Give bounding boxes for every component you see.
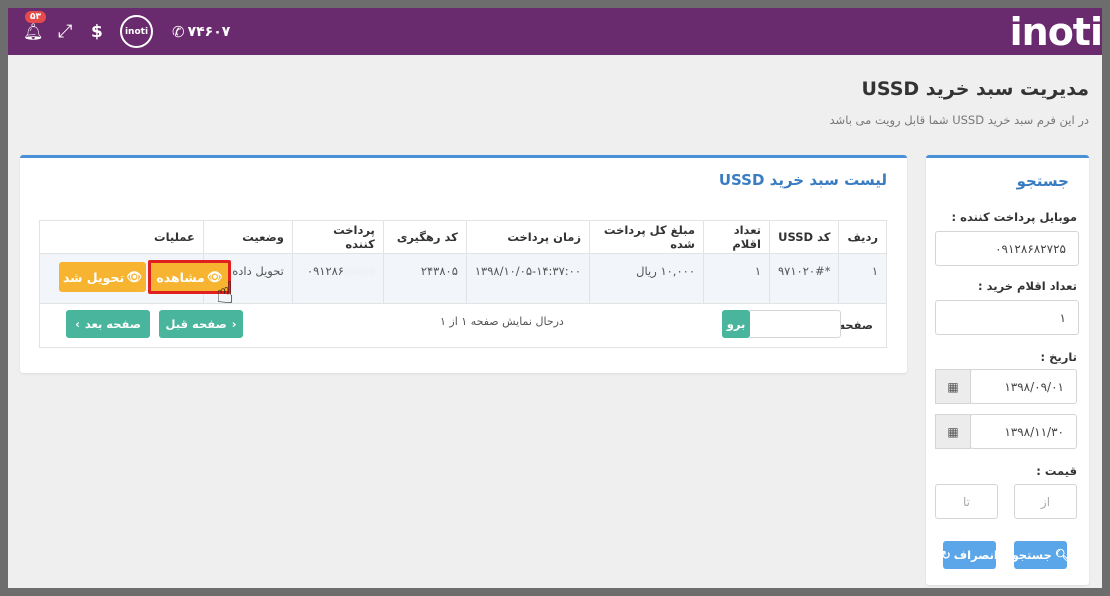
- col-tracking: کد رهگیری: [382, 220, 467, 254]
- items-count-label: تعداد اقلام خرید :: [978, 279, 1077, 293]
- cell-count: ۱: [703, 253, 770, 304]
- cancel-button-label: انصراف: [953, 548, 998, 562]
- col-ussd: کد USSD: [768, 220, 840, 254]
- list-panel: لیست سبد خرید USSD ردیف کد USSD تعداد اق…: [20, 155, 907, 373]
- page-number-input[interactable]: [748, 310, 841, 338]
- table-header-row: ردیف کد USSD تعداد اقلام مبلغ کل پرداخت …: [39, 220, 887, 254]
- payer-number: ۰۹۱۲۸۶: [306, 264, 344, 278]
- date-from-input[interactable]: ۱۳۹۸/۰۹/۰۱: [970, 369, 1077, 404]
- prev-page-button[interactable]: ‹ صفحه قبل: [159, 310, 243, 338]
- notification-badge: ۵۳: [25, 11, 46, 23]
- cell-row: ۱: [838, 253, 887, 304]
- app-frame: inoti ✆ ۷۴۶۰۷ inoti $ ⤢ 🔔︎ ۵۳ مدیریت سبد…: [8, 8, 1102, 588]
- blurred-digits: ۰۰۰۰۰: [343, 264, 375, 278]
- eye-icon: 👁︎: [126, 269, 143, 284]
- cell-amount: ۱۰,۰۰۰ ریال: [589, 253, 704, 304]
- pager: صفحه : برو درحال نمایش صفحه ۱ از ۱ ‹ صفح…: [39, 303, 887, 348]
- phone-number: ۷۴۶۰۷: [187, 23, 231, 40]
- pager-info: درحال نمایش صفحه ۱ از ۱: [440, 315, 564, 328]
- mobile-input[interactable]: ۰۹۱۲۸۶۸۲۷۲۵: [935, 231, 1079, 266]
- page-title: مدیریت سبد خرید USSD: [861, 78, 1089, 100]
- go-button[interactable]: برو: [722, 310, 750, 338]
- search-title: جستجو: [1016, 172, 1069, 190]
- prev-page-label: صفحه قبل: [165, 317, 227, 331]
- col-actions: عملیات: [39, 220, 204, 254]
- mobile-label: موبایل پرداخت کننده :: [951, 210, 1077, 224]
- cell-time: ۱۳۹۸/۱۰/۰۵-۱۴:۳۷:۰۰: [465, 253, 591, 304]
- cell-ussd: *۹۷۱۰۲۰#: [768, 253, 840, 304]
- chevron-left-icon: ‹: [231, 317, 237, 331]
- date-label: تاریخ :: [1040, 350, 1077, 364]
- search-panel: جستجو موبایل پرداخت کننده : ۰۹۱۲۸۶۸۲۷۲۵ …: [926, 155, 1089, 585]
- col-row: ردیف: [838, 220, 887, 254]
- next-page-button[interactable]: صفحه بعد ›: [66, 310, 150, 338]
- cell-payer: ۰۹۱۲۸۶۰۰۰۰۰: [291, 253, 384, 304]
- phone-icon: ✆: [172, 22, 185, 41]
- date-to-input[interactable]: ۱۳۹۸/۱۱/۳۰: [970, 414, 1077, 449]
- col-count: تعداد اقلام: [703, 220, 770, 254]
- fullscreen-icon[interactable]: ⤢: [58, 8, 72, 55]
- col-time: زمان پرداخت: [465, 220, 591, 254]
- list-title: لیست سبد خرید USSD: [718, 171, 887, 189]
- next-page-label: صفحه بعد: [84, 317, 141, 331]
- cell-tracking: ۲۴۳۸۰۵: [382, 253, 467, 304]
- dollar-icon[interactable]: $: [91, 8, 103, 55]
- delivered-button-label: تحویل شد: [62, 269, 125, 285]
- search-button-label: جستجو: [1011, 548, 1052, 562]
- col-payer: پرداخت کننده: [291, 220, 384, 254]
- col-amount: مبلغ کل پرداخت شده: [589, 220, 704, 254]
- page-subtitle: در این فرم سبد خرید USSD شما قابل رویت م…: [829, 113, 1089, 127]
- col-status: وضعیت: [202, 220, 293, 254]
- calendar-icon[interactable]: ▦: [935, 369, 971, 404]
- delivered-button[interactable]: 👁︎ تحویل شد: [59, 262, 146, 292]
- search-button[interactable]: 🔍︎ جستجو: [1011, 541, 1070, 569]
- brand-logo[interactable]: inoti: [1010, 10, 1102, 54]
- items-count-input[interactable]: ۱: [935, 300, 1079, 335]
- chevron-right-icon: ›: [75, 317, 80, 331]
- price-label: قیمت :: [1036, 464, 1077, 478]
- price-to-input[interactable]: تا: [935, 484, 998, 519]
- top-navbar: inoti ✆ ۷۴۶۰۷ inoti $ ⤢ 🔔︎ ۵۳: [8, 8, 1102, 55]
- circle-logo-text: inoti: [120, 15, 153, 48]
- support-phone[interactable]: ✆ ۷۴۶۰۷: [172, 8, 230, 55]
- price-from-input[interactable]: از: [1014, 484, 1077, 519]
- refresh-icon: ↻: [941, 548, 951, 562]
- calendar-icon[interactable]: ▦: [935, 414, 971, 449]
- search-icon: 🔍︎: [1054, 548, 1070, 562]
- profile-logo[interactable]: inoti: [120, 8, 153, 55]
- cancel-button[interactable]: انصراف ↻: [941, 541, 998, 569]
